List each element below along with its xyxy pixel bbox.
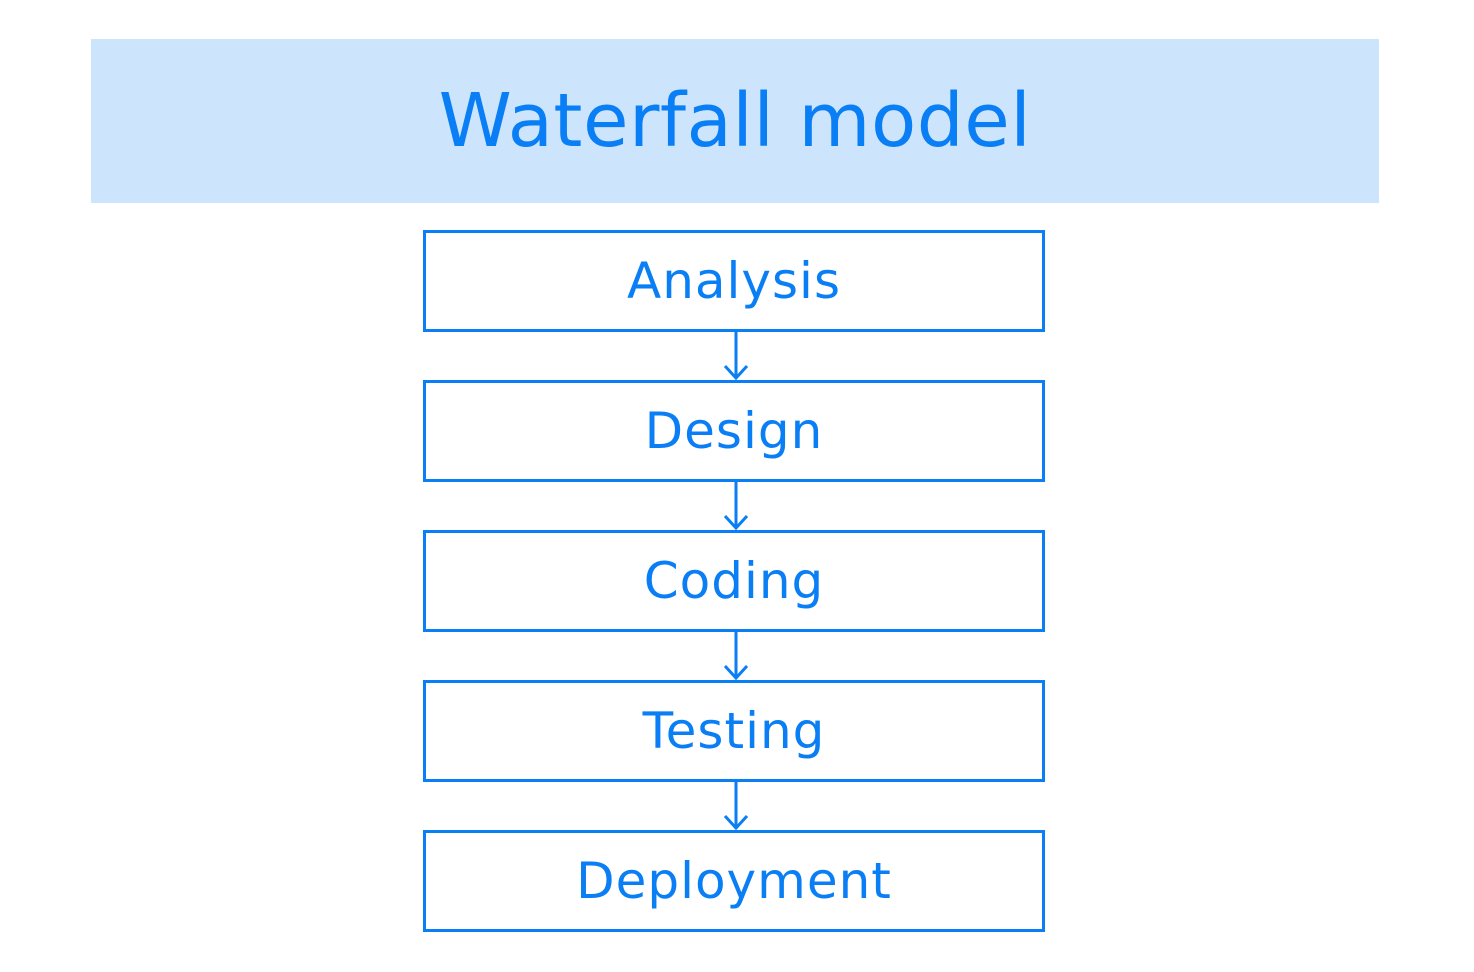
step-label: Deployment	[576, 852, 892, 910]
step-label: Testing	[642, 702, 826, 760]
step-label: Coding	[643, 552, 825, 610]
arrow-down-icon	[723, 782, 749, 830]
step-design: Design	[423, 380, 1045, 482]
arrow-down-icon	[723, 332, 749, 380]
step-label: Design	[644, 402, 824, 460]
step-testing: Testing	[423, 680, 1045, 782]
diagram-title: Waterfall model	[438, 78, 1032, 164]
title-banner: Waterfall model	[91, 39, 1379, 203]
arrow-down-icon	[723, 482, 749, 530]
arrow-down-icon	[723, 632, 749, 680]
step-analysis: Analysis	[423, 230, 1045, 332]
step-coding: Coding	[423, 530, 1045, 632]
step-label: Analysis	[626, 252, 841, 310]
step-deployment: Deployment	[423, 830, 1045, 932]
